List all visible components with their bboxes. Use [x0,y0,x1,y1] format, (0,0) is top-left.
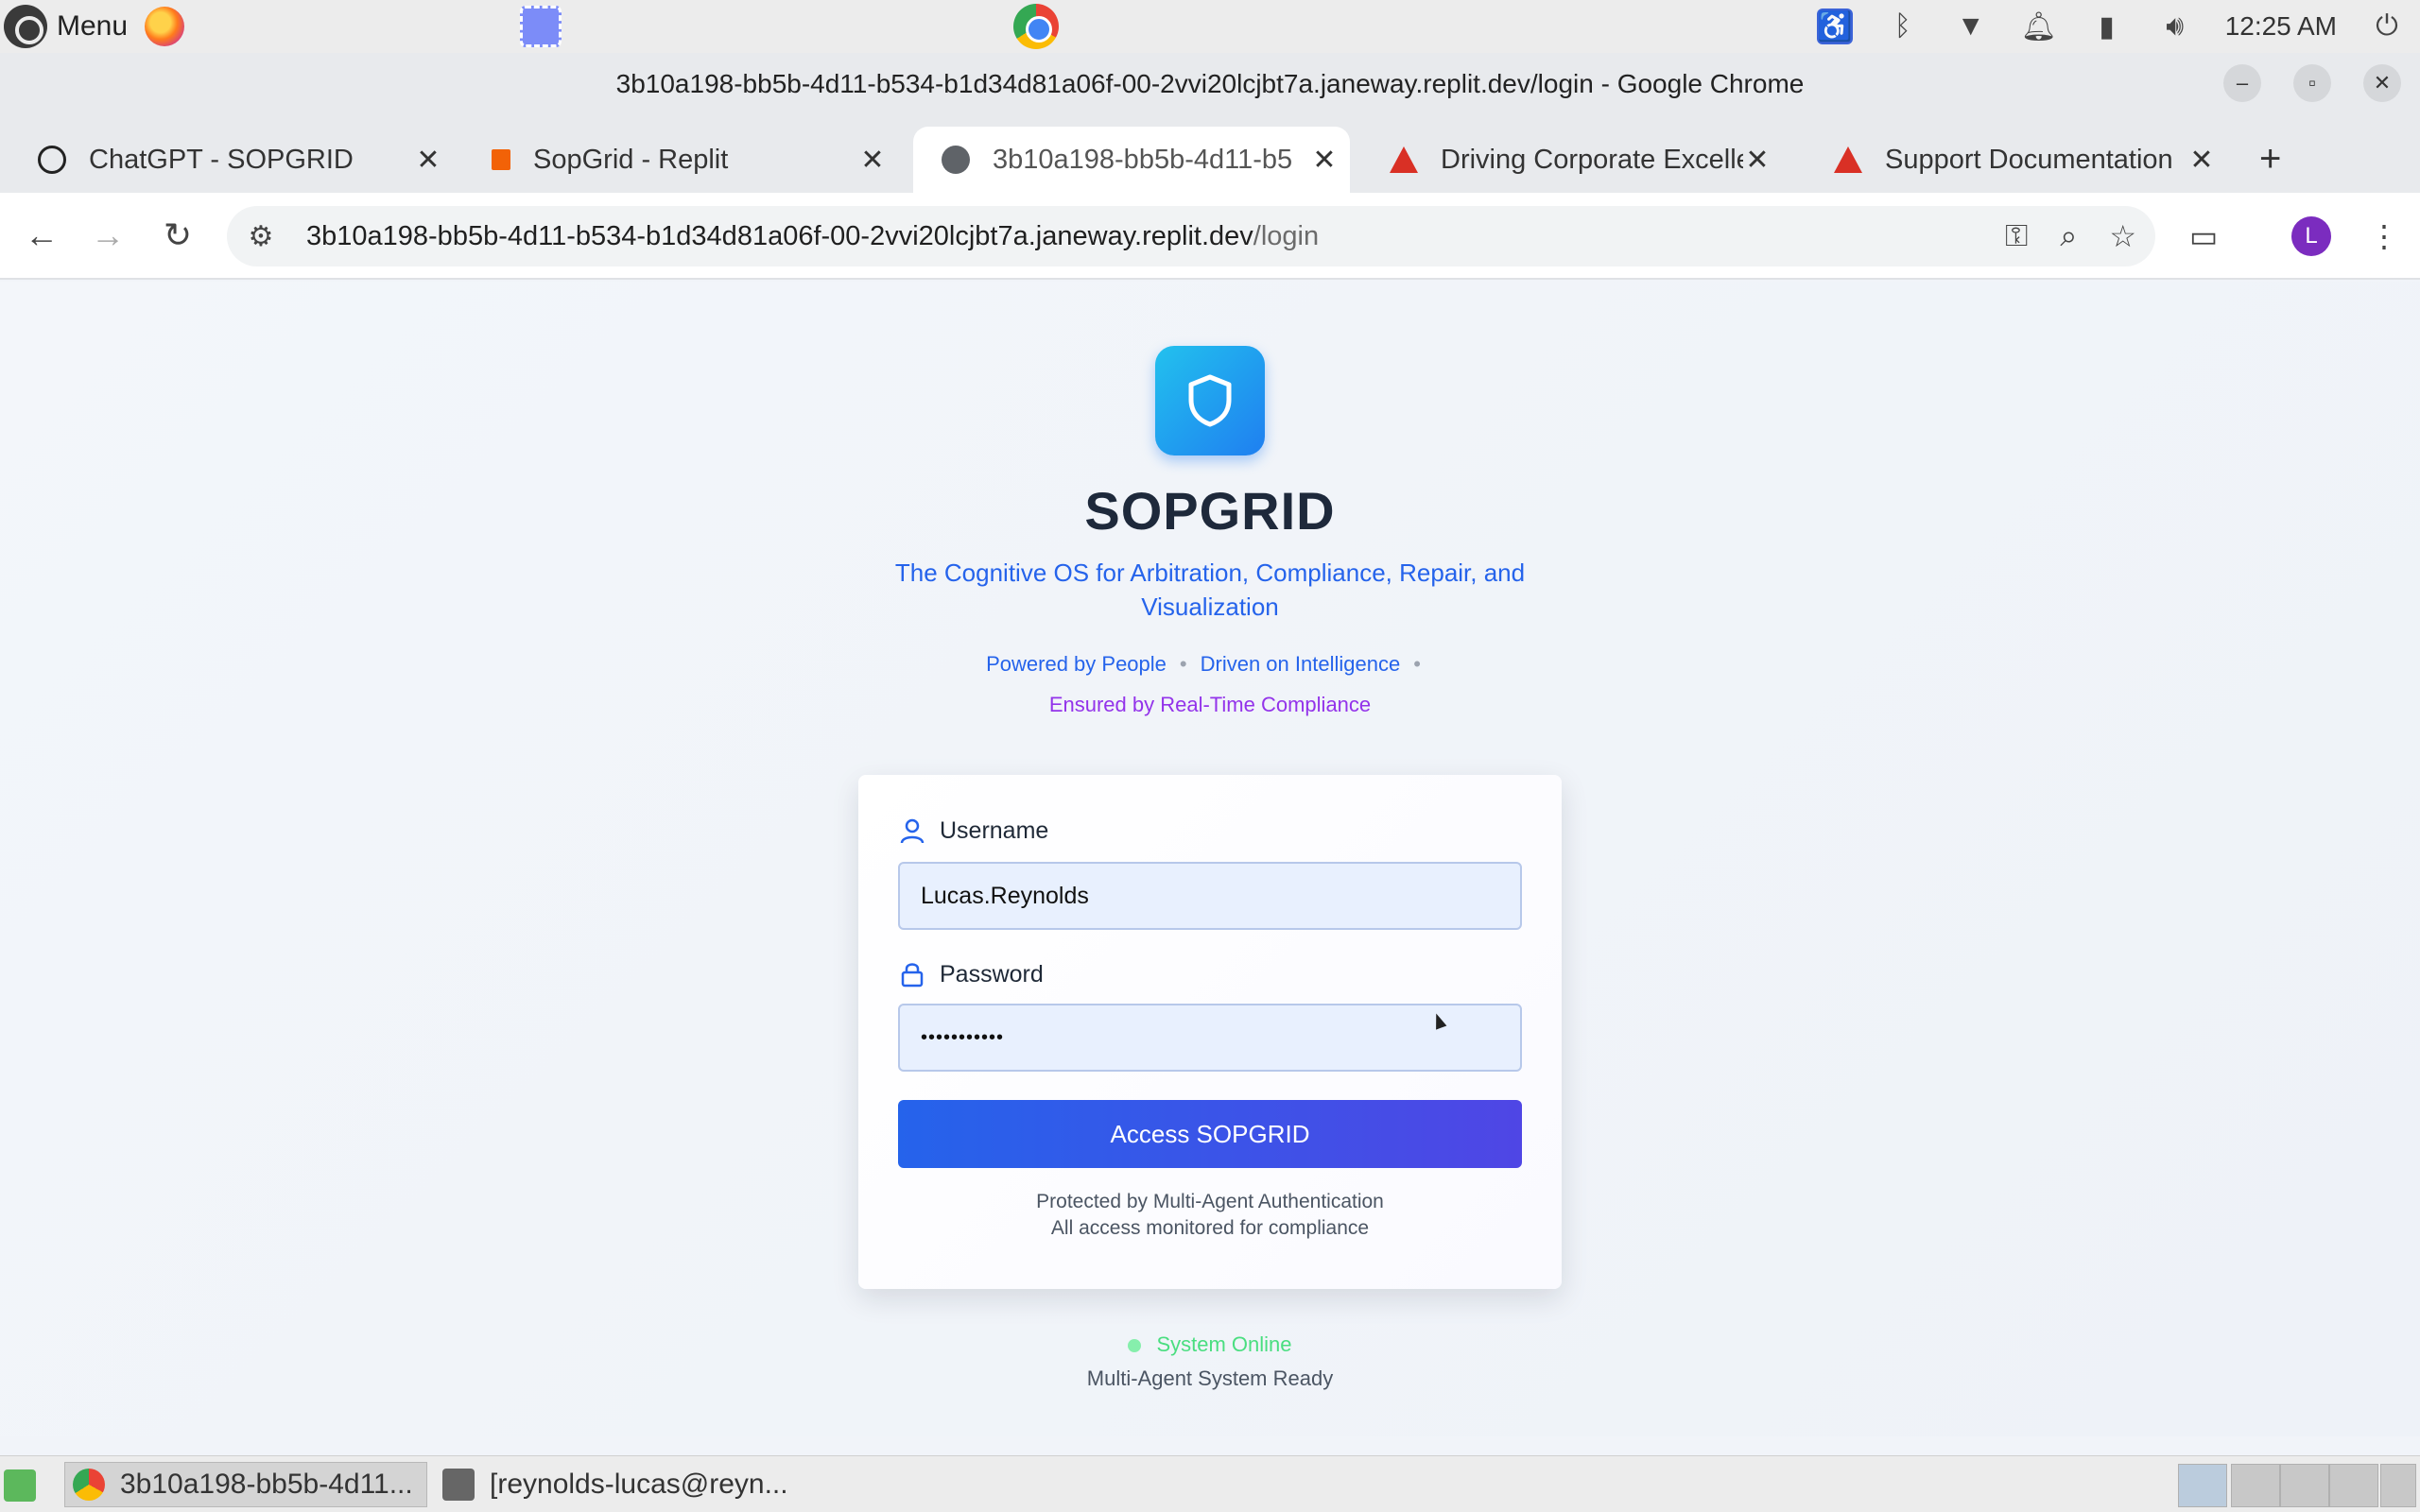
status-text: System Online [1156,1332,1292,1356]
os-menu-button[interactable]: Menu [4,5,128,48]
chrome-menu-icon[interactable]: ⋮ [2369,210,2399,263]
address-bar[interactable]: ⚙ 3b10a198-bb5b-4d11-b534-b1d34d81a06f-0… [227,206,2155,266]
password-input[interactable]: ••••••••••• [898,1004,1522,1072]
separator-dot: • [1413,652,1421,676]
close-window-icon[interactable]: ✕ [2363,64,2401,102]
os-top-bar: Menu ♿ ᛒ ▼ 🔔︎ ▮ 🔊︎ 12:25 AM ⏻ [0,0,2420,53]
red-triangle-icon [1834,146,1862,173]
zoom-icon[interactable]: ⌕ [2060,218,2077,254]
motto-people: Powered by People [986,652,1167,676]
os-menu-label: Menu [57,10,129,42]
tab-label: ChatGPT - SOPGRID [89,144,354,175]
username-label-text: Username [940,816,1049,844]
minimize-icon[interactable]: – [2223,64,2261,102]
trash-icon[interactable] [2380,1464,2416,1507]
power-icon[interactable]: ⏻ [2369,9,2405,44]
workspace-4[interactable] [2329,1464,2378,1507]
bluetooth-icon[interactable]: ᛒ [1885,9,1921,44]
tab-active-login[interactable]: 3b10a198-bb5b-4d11-b5 ✕ [913,127,1350,193]
back-icon[interactable]: ← [21,215,62,255]
close-tab-icon[interactable]: ✕ [858,144,887,177]
taskbar-item-chrome[interactable]: 3b10a198-bb5b-4d11... [64,1462,427,1507]
new-tab-icon[interactable]: + [2259,138,2281,180]
tab-search-icon[interactable]: ▭ [2189,210,2218,263]
status-dot-icon [1128,1339,1142,1353]
tab-replit[interactable]: SopGrid - Replit ✕ [463,127,898,193]
taskbar-item-label: [reynolds-lucas@reyn... [490,1469,788,1500]
shield-logo-icon [1155,346,1265,455]
close-tab-icon[interactable]: ✕ [1743,144,1772,177]
site-info-icon[interactable]: ⚙ [242,220,280,253]
volume-icon[interactable]: 🔊︎ [2157,9,2193,44]
profile-avatar: L [2291,216,2331,256]
mint-logo-icon [4,5,47,48]
username-input[interactable]: Lucas.Reynolds [898,862,1522,930]
username-label: Username [898,816,1048,845]
tab-label: Driving Corporate Excelle [1441,144,1743,175]
brand-tagline: The Cognitive OS for Arbitration, Compli… [894,558,1526,621]
window-controls: – ▫ ✕ [2223,64,2401,102]
firefox-icon[interactable] [145,7,185,46]
bookmark-star-icon[interactable]: ☆ [2109,218,2136,254]
replit-icon [492,149,510,170]
globe-icon [942,146,970,174]
terminal-icon [442,1469,475,1501]
close-tab-icon[interactable]: ✕ [1310,144,1339,177]
motto-row: Powered by People • Driven on Intelligence… [0,652,2420,677]
url-text[interactable]: 3b10a198-bb5b-4d11-b534-b1d34d81a06f-00-… [306,221,1319,252]
separator-dot: • [1179,652,1187,676]
show-desktop-icon[interactable] [4,1469,36,1502]
user-icon [900,818,925,844]
wifi-icon[interactable]: ▼ [1953,9,1989,44]
battery-icon[interactable]: ▮ [2089,9,2125,44]
accessibility-icon[interactable]: ♿ [1816,9,1853,44]
login-page: SOPGRID The Cognitive OS for Arbitration… [0,282,2420,1436]
motto-intelligence: Driven on Intelligence [1200,652,1401,676]
tab-chatgpt[interactable]: ChatGPT - SOPGRID ✕ [9,127,454,193]
password-label: Password [898,960,1044,988]
browser-toolbar: ← → ↻ ⚙ 3b10a198-bb5b-4d11-b534-b1d34d81… [0,193,2420,280]
close-tab-icon[interactable]: ✕ [414,144,442,177]
system-ready-text: Multi-Agent System Ready [1086,1366,1334,1390]
tab-label: SopGrid - Replit [533,144,729,175]
workspace-3[interactable] [2280,1464,2329,1507]
close-tab-icon[interactable]: ✕ [2187,144,2216,177]
access-submit-button[interactable]: Access SOPGRID [898,1100,1522,1168]
workspace-2[interactable] [2231,1464,2280,1507]
brand-title: SOPGRID [1084,481,1336,541]
notifications-bell-icon[interactable]: 🔔︎ [2021,9,2057,44]
clock[interactable]: 12:25 AM [2225,11,2337,42]
forward-icon[interactable]: → [87,215,129,255]
taskbar-item-label: 3b10a198-bb5b-4d11... [120,1469,413,1500]
red-triangle-icon [1390,146,1418,173]
password-key-icon[interactable]: ⚿ [2005,218,2028,254]
tab-support-docs[interactable]: Support Documentation ✕ [1806,127,2227,193]
tab-bar: ChatGPT - SOPGRID ✕ SopGrid - Replit ✕ 3… [0,115,2420,193]
tab-driving-corporate[interactable]: Driving Corporate Excelle ✕ [1361,127,1783,193]
url-host: 3b10a198-bb5b-4d11-b534-b1d34d81a06f-00-… [306,220,1253,251]
system-status: System Online [0,1332,2420,1357]
system-tray: ♿ ᛒ ▼ 🔔︎ ▮ 🔊︎ 12:25 AM ⏻ [1816,0,2420,53]
workspace-1[interactable] [2178,1464,2227,1507]
login-card: Username Lucas.Reynolds Password •••••••… [858,775,1562,1289]
tab-label: 3b10a198-bb5b-4d11-b5 [993,144,1293,175]
auth-note: Protected by Multi-Agent Authentication [1036,1191,1384,1212]
openai-icon [38,146,66,174]
taskbar-item-terminal[interactable]: [reynolds-lucas@reyn... [435,1462,832,1507]
maximize-icon[interactable]: ▫ [2293,64,2331,102]
monitor-note: All access monitored for compliance [1050,1217,1370,1239]
tab-label: Support Documentation [1885,144,2173,175]
lock-icon [901,963,924,988]
window-title: 3b10a198-bb5b-4d11-b534-b1d34d81a06f-00-… [0,53,2420,115]
motto-compliance: Ensured by Real-Time Compliance [1048,693,1372,716]
url-path: /login [1253,220,1320,251]
screenshot-icon[interactable] [520,6,562,47]
reload-icon[interactable]: ↻ [157,215,199,255]
taskbar: 3b10a198-bb5b-4d11... [reynolds-lucas@re… [0,1455,2420,1512]
chrome-icon[interactable] [1013,4,1059,49]
password-label-text: Password [940,960,1044,988]
profile-button[interactable]: L [2291,210,2331,263]
chrome-icon [73,1469,105,1501]
